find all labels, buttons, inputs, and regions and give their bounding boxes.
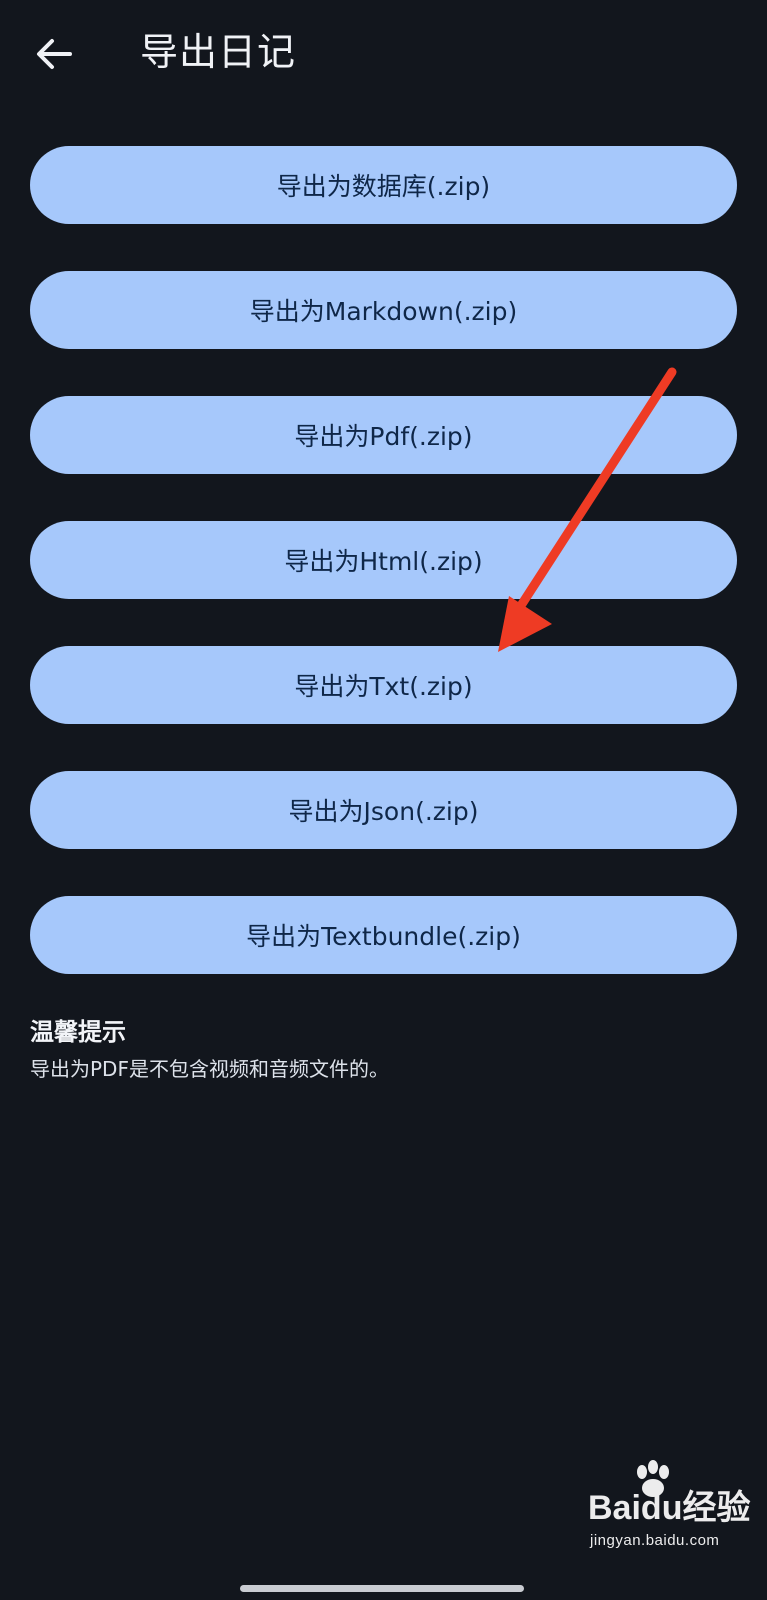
arrow-left-icon [37,39,72,69]
watermark-brand-right: 经验 [682,1489,751,1527]
watermark-brand-left: Bai [588,1489,641,1527]
page-title: 导出日记 [140,30,297,74]
tip-title: 温馨提示 [30,1018,126,1046]
export-txt-button[interactable]: 导出为Txt(.zip) [30,646,737,724]
export-json-button[interactable]: 导出为Json(.zip) [30,771,737,849]
tip-text: 导出为PDF是不包含视频和音频文件的。 [30,1057,389,1081]
export-pdf-button[interactable]: 导出为Pdf(.zip) [30,396,737,474]
export-markdown-button[interactable]: 导出为Markdown(.zip) [30,271,737,349]
export-options-list: 导出为数据库(.zip) 导出为Markdown(.zip) 导出为Pdf(.z… [30,146,737,1021]
export-database-button[interactable]: 导出为数据库(.zip) [30,146,737,224]
baidu-jingyan-watermark: Baidu经验 jingyan.baidu.com [588,1458,758,1558]
export-textbundle-button[interactable]: 导出为Textbundle(.zip) [30,896,737,974]
export-html-button[interactable]: 导出为Html(.zip) [30,521,737,599]
watermark-brand-mid: du [640,1489,683,1527]
back-button[interactable] [30,30,78,78]
watermark-url: jingyan.baidu.com [590,1532,720,1549]
top-app-bar: 导出日记 [0,0,767,110]
home-indicator[interactable] [240,1585,524,1592]
watermark-brand: Baidu经验 [588,1488,750,1528]
tip-section: 温馨提示 导出为PDF是不包含视频和音频文件的。 [30,1015,737,1085]
